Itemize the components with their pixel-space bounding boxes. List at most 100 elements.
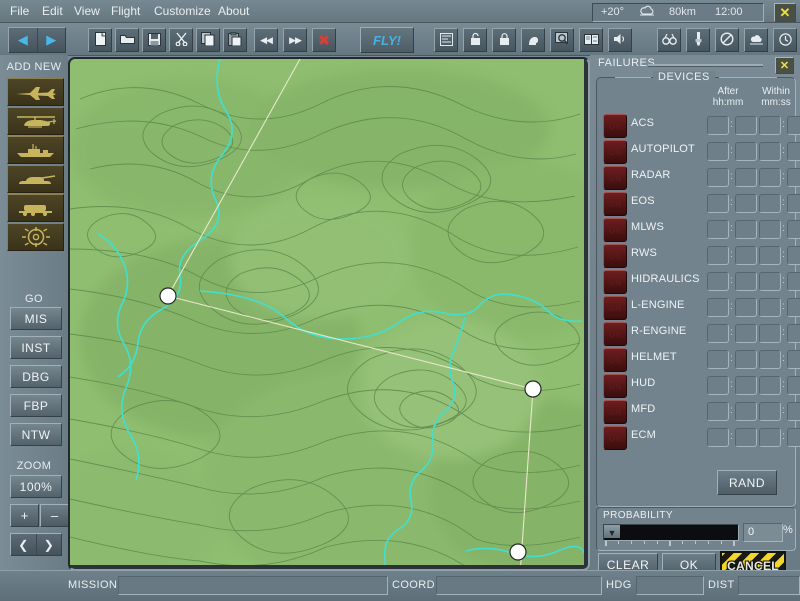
after-hh-hidraulics[interactable] bbox=[707, 272, 729, 291]
after-mm-autopilot[interactable] bbox=[735, 142, 757, 161]
within-ss-acs[interactable] bbox=[787, 116, 800, 135]
menu-about[interactable]: About bbox=[214, 3, 253, 19]
new-file-button[interactable] bbox=[88, 28, 112, 52]
add-tank-button[interactable] bbox=[7, 165, 64, 193]
device-toggle-acs[interactable]: ON bbox=[603, 114, 627, 138]
device-toggle-autopilot[interactable]: ON bbox=[603, 140, 627, 164]
nav-forward-button[interactable]: ▶ bbox=[38, 28, 66, 52]
within-ss-l-engine[interactable] bbox=[787, 298, 800, 317]
inspect-button[interactable] bbox=[550, 28, 574, 52]
menu-view[interactable]: View bbox=[70, 3, 104, 19]
within-ss-eos[interactable] bbox=[787, 194, 800, 213]
weather-button[interactable] bbox=[744, 28, 768, 52]
probability-slider[interactable]: ▼ bbox=[603, 524, 739, 541]
probability-slider-handle[interactable]: ▼ bbox=[604, 525, 620, 538]
coord-field[interactable] bbox=[436, 576, 602, 595]
after-mm-r-engine[interactable] bbox=[735, 324, 757, 343]
after-mm-hud[interactable] bbox=[735, 376, 757, 395]
within-ss-rws[interactable] bbox=[787, 246, 800, 265]
go-fbp-button[interactable]: FBP bbox=[10, 394, 62, 417]
within-mm-hud[interactable] bbox=[759, 376, 781, 395]
open-file-button[interactable] bbox=[115, 28, 139, 52]
device-toggle-l-engine[interactable]: ON bbox=[603, 296, 627, 320]
device-toggle-ecm[interactable]: ON bbox=[603, 426, 627, 450]
waypoint-3[interactable] bbox=[510, 544, 526, 560]
within-mm-acs[interactable] bbox=[759, 116, 781, 135]
close-icon[interactable]: ✕ bbox=[774, 3, 796, 22]
go-ntw-button[interactable]: NTW bbox=[10, 423, 62, 446]
add-ship-button[interactable] bbox=[7, 136, 64, 164]
device-toggle-rws[interactable]: ON bbox=[603, 244, 627, 268]
device-toggle-helmet[interactable]: ON bbox=[603, 348, 627, 372]
device-toggle-hud[interactable]: ON bbox=[603, 374, 627, 398]
lock-closed-button[interactable] bbox=[492, 28, 516, 52]
waypoint-1[interactable] bbox=[160, 288, 176, 304]
within-ss-hud[interactable] bbox=[787, 376, 800, 395]
fly-button[interactable]: FLY! bbox=[360, 27, 414, 53]
after-hh-ecm[interactable] bbox=[707, 428, 729, 447]
waypoint-2[interactable] bbox=[525, 381, 541, 397]
within-mm-eos[interactable] bbox=[759, 194, 781, 213]
after-mm-l-engine[interactable] bbox=[735, 298, 757, 317]
time-button[interactable] bbox=[773, 28, 797, 52]
within-mm-mfd[interactable] bbox=[759, 402, 781, 421]
after-hh-l-engine[interactable] bbox=[707, 298, 729, 317]
briefing-button[interactable] bbox=[434, 28, 458, 52]
go-mis-button[interactable]: MIS bbox=[10, 307, 62, 330]
within-ss-hidraulics[interactable] bbox=[787, 272, 800, 291]
add-aircraft-button[interactable] bbox=[7, 78, 64, 106]
after-mm-mlws[interactable] bbox=[735, 220, 757, 239]
randomize-button[interactable]: RAND bbox=[717, 470, 777, 495]
menu-edit[interactable]: Edit bbox=[38, 3, 67, 19]
after-hh-mlws[interactable] bbox=[707, 220, 729, 239]
after-hh-r-engine[interactable] bbox=[707, 324, 729, 343]
within-mm-hidraulics[interactable] bbox=[759, 272, 781, 291]
zoom-value-display[interactable]: 100% bbox=[10, 475, 62, 498]
mission-map[interactable] bbox=[70, 59, 584, 565]
within-ss-ecm[interactable] bbox=[787, 428, 800, 447]
after-mm-acs[interactable] bbox=[735, 116, 757, 135]
pilot-head-button[interactable] bbox=[521, 28, 545, 52]
nav-back-button[interactable]: ◀ bbox=[9, 28, 38, 52]
no-entry-button[interactable] bbox=[715, 28, 739, 52]
within-ss-r-engine[interactable] bbox=[787, 324, 800, 343]
after-mm-rws[interactable] bbox=[735, 246, 757, 265]
binoculars-button[interactable] bbox=[657, 28, 681, 52]
go-inst-button[interactable]: INST bbox=[10, 336, 62, 359]
after-mm-helmet[interactable] bbox=[735, 350, 757, 369]
within-mm-autopilot[interactable] bbox=[759, 142, 781, 161]
after-hh-autopilot[interactable] bbox=[707, 142, 729, 161]
within-ss-mfd[interactable] bbox=[787, 402, 800, 421]
within-mm-radar[interactable] bbox=[759, 168, 781, 187]
after-mm-radar[interactable] bbox=[735, 168, 757, 187]
mission-field[interactable] bbox=[118, 576, 388, 595]
forward-button[interactable]: ▶▶ bbox=[283, 28, 307, 52]
add-target-button[interactable] bbox=[7, 223, 64, 251]
within-mm-ecm[interactable] bbox=[759, 428, 781, 447]
after-mm-hidraulics[interactable] bbox=[735, 272, 757, 291]
failures-close-icon[interactable]: ✕ bbox=[775, 57, 794, 74]
next-page-button[interactable]: ❯ bbox=[37, 534, 62, 555]
within-mm-l-engine[interactable] bbox=[759, 298, 781, 317]
within-ss-autopilot[interactable] bbox=[787, 142, 800, 161]
after-mm-ecm[interactable] bbox=[735, 428, 757, 447]
delete-button[interactable]: ✖ bbox=[312, 28, 336, 52]
after-hh-eos[interactable] bbox=[707, 194, 729, 213]
rewind-button[interactable]: ◀◀ bbox=[254, 28, 278, 52]
prev-page-button[interactable]: ❮ bbox=[11, 534, 37, 555]
device-toggle-hidraulics[interactable]: ON bbox=[603, 270, 627, 294]
within-mm-r-engine[interactable] bbox=[759, 324, 781, 343]
within-ss-helmet[interactable] bbox=[787, 350, 800, 369]
go-dbg-button[interactable]: DBG bbox=[10, 365, 62, 388]
menu-file[interactable]: File bbox=[6, 3, 33, 19]
zoom-out-button[interactable]: – bbox=[40, 504, 69, 527]
device-toggle-eos[interactable]: ON bbox=[603, 192, 627, 216]
menu-customize[interactable]: Customize bbox=[150, 3, 215, 19]
after-hh-mfd[interactable] bbox=[707, 402, 729, 421]
map-book-button[interactable] bbox=[579, 28, 603, 52]
copy-button[interactable] bbox=[196, 28, 220, 52]
after-mm-mfd[interactable] bbox=[735, 402, 757, 421]
paint-button[interactable] bbox=[686, 28, 710, 52]
probability-value[interactable]: 0 bbox=[743, 523, 783, 542]
within-ss-mlws[interactable] bbox=[787, 220, 800, 239]
